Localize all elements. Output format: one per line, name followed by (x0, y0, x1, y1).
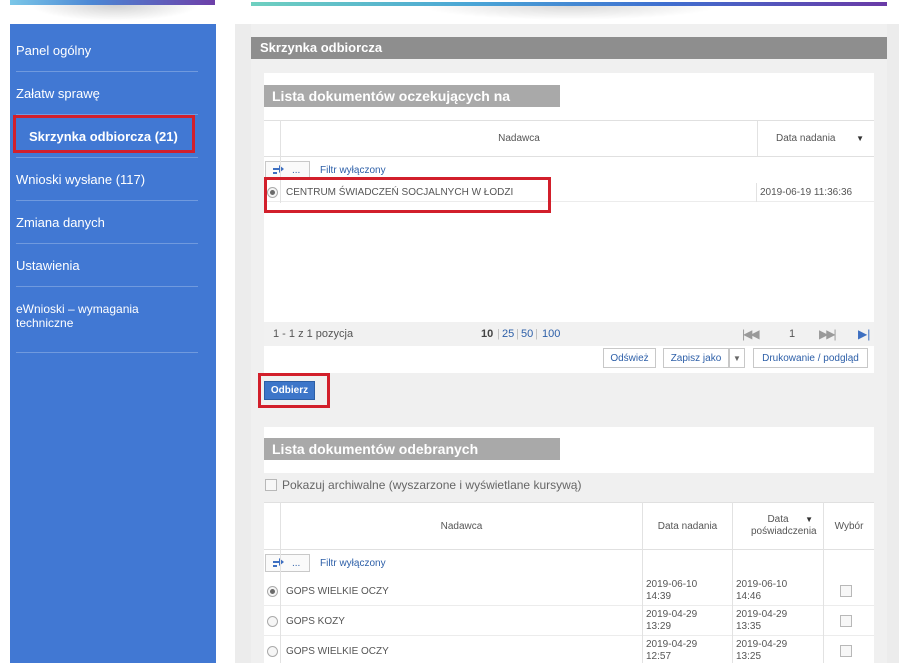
column-divider (756, 183, 757, 202)
received-row[interactable]: GOPS WIELKIE OCZY 2019-06-10 14:39 2019-… (264, 576, 874, 606)
filter-button-label: ... (292, 164, 301, 176)
first-page-icon[interactable]: |◀◀ (742, 327, 760, 341)
save-as-button[interactable]: Zapisz jako (663, 348, 729, 368)
column-divider (732, 502, 733, 663)
column-divider (823, 502, 824, 663)
row-sender: GOPS WIELKIE OCZY (286, 646, 389, 657)
received-row[interactable]: GOPS KOZY 2019-04-29 13:29 2019-04-29 13… (264, 606, 874, 636)
last-page-icon[interactable]: ▶▶| (819, 327, 837, 341)
column-header-date-label: Data nadania (776, 133, 836, 144)
refresh-button[interactable]: Odśwież (603, 348, 656, 368)
sidebar-divider (16, 157, 198, 158)
inbox-highlight-frame (13, 115, 195, 153)
received-row[interactable]: GOPS WIELKIE OCZY 2019-04-29 12:57 2019-… (264, 636, 874, 663)
expand-pager-icon[interactable]: ▶| (858, 327, 870, 341)
received-panel-title: Lista dokumentów odebranych (264, 438, 560, 460)
row-date: 2019-04-29 12:57 (646, 639, 698, 662)
column-header-confirm-date[interactable]: Data poświadczenia ▼ (732, 503, 823, 549)
filter-toggle-button[interactable]: ... (265, 554, 310, 572)
top-decoration-shadow-left (30, 5, 200, 21)
row-sender: GOPS KOZY (286, 616, 345, 627)
receive-button-highlight-frame (258, 373, 330, 408)
expand-arrows-icon (273, 165, 284, 174)
print-preview-button[interactable]: Drukowanie / podgląd (753, 348, 868, 368)
filter-status-text[interactable]: Filtr wyłączony (320, 558, 386, 569)
sidebar-item-sent[interactable]: Wnioski wysłane (117) (16, 172, 190, 187)
row-select-checkbox[interactable] (840, 615, 852, 627)
sidebar-item-settings[interactable]: Ustawienia (16, 258, 190, 273)
row-confirm-date: 2019-04-29 13:35 (736, 609, 788, 632)
row-select-checkbox[interactable] (840, 585, 852, 597)
column-divider (642, 502, 643, 663)
row-radio[interactable] (267, 646, 278, 657)
column-header-sender[interactable]: Nadawca (280, 121, 757, 156)
page-title: Skrzynka odbiorcza (251, 37, 887, 59)
row-select-checkbox[interactable] (840, 645, 852, 657)
row-date: 2019-06-10 14:39 (646, 579, 698, 602)
page-size-50[interactable]: 50 (521, 328, 533, 340)
chevron-down-icon: ▼ (733, 353, 741, 363)
show-archived-checkbox[interactable] (265, 479, 277, 491)
sidebar-divider (16, 71, 198, 72)
page-size-separator: | (497, 328, 500, 340)
column-header-confirm-label: Data poświadczenia (751, 514, 817, 537)
show-archived-label[interactable]: Pokazuj archiwalne (wyszarzone i wyświet… (282, 478, 581, 492)
row-sender: GOPS WIELKIE OCZY (286, 586, 389, 597)
column-header-date[interactable]: Data nadania ▼ (757, 121, 874, 156)
page-size-10[interactable]: 10 (481, 328, 493, 340)
sidebar-item-panel[interactable]: Panel ogólny (16, 43, 190, 58)
row-date: 2019-04-29 13:29 (646, 609, 698, 632)
pager-summary: 1 - 1 z 1 pozycja (273, 328, 354, 340)
sidebar-divider (16, 286, 198, 287)
row-radio[interactable] (267, 586, 278, 597)
current-page[interactable]: 1 (789, 328, 795, 340)
sidebar-divider (16, 352, 198, 353)
sidebar-divider (16, 200, 198, 201)
save-as-dropdown[interactable]: ▼ (729, 348, 745, 368)
row-radio[interactable] (267, 616, 278, 627)
sidebar-item-zalatw-sprawe[interactable]: Załatw sprawę (16, 86, 190, 101)
pending-grid-header: Nadawca Data nadania ▼ (264, 120, 874, 157)
column-header-sender[interactable]: Nadawca (280, 503, 642, 549)
page-size-25[interactable]: 25 (502, 328, 514, 340)
column-header-date[interactable]: Data nadania (642, 503, 732, 549)
expand-arrows-icon (273, 558, 284, 567)
page-size-separator: | (516, 328, 519, 340)
top-decoration-shadow-right (420, 6, 720, 20)
pending-pager: 1 - 1 z 1 pozycja 10 | 25 | 50 | 100 |◀◀… (264, 322, 874, 346)
received-grid-header: Nadawca Data nadania Data poświadczenia … (264, 502, 874, 550)
filter-button-label: ... (292, 557, 301, 569)
page-size-100[interactable]: 100 (542, 328, 560, 340)
sidebar-divider (16, 243, 198, 244)
pending-panel-title: Lista dokumentów oczekujących na odbiór (264, 85, 560, 120)
page-size-separator: | (535, 328, 538, 340)
row-confirm-date: 2019-04-29 13:25 (736, 639, 788, 662)
sort-desc-icon[interactable]: ▼ (805, 515, 813, 524)
row-confirm-date: 2019-06-10 14:46 (736, 579, 788, 602)
column-divider (280, 502, 281, 663)
row-highlight-frame (264, 177, 551, 213)
column-header-select: Wybór (823, 503, 874, 549)
sort-desc-icon[interactable]: ▼ (856, 134, 864, 143)
sidebar-item-change-data[interactable]: Zmiana danych (16, 215, 190, 230)
filter-status-text[interactable]: Filtr wyłączony (320, 165, 386, 176)
sidebar-item-requirements[interactable]: eWnioski – wymagania techniczne (16, 302, 190, 330)
row-date: 2019-06-19 11:36:36 (760, 187, 853, 198)
